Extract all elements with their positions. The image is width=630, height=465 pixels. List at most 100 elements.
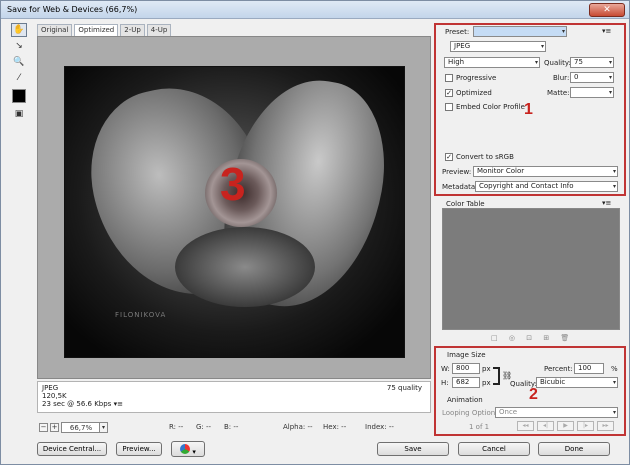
next-frame-button[interactable]: |▸	[577, 421, 594, 431]
resample-quality-dropdown[interactable]: Bicubic ▾	[536, 377, 618, 388]
palm-shape	[175, 227, 315, 307]
tab-2-up[interactable]: 2-Up	[120, 24, 145, 36]
play-button[interactable]: ▶	[557, 421, 574, 431]
tab-optimized[interactable]: Optimized	[74, 24, 119, 36]
blur-field[interactable]: 0 ▾	[570, 72, 614, 83]
optimized-checkbox[interactable]: ✓	[445, 89, 453, 97]
metadata-dropdown[interactable]: Copyright and Contact Info ▾	[475, 181, 618, 192]
last-frame-button[interactable]: ▸▸	[597, 421, 614, 431]
chevron-down-icon: ▾	[612, 168, 616, 175]
watermark: FILONIKOVA	[115, 311, 167, 319]
color-table-toolbar: □ ◎ ⊡ ⊞ 🗑	[491, 334, 601, 344]
status-b: B: --	[224, 423, 239, 431]
height-unit: px	[482, 379, 491, 387]
browser-preview-button[interactable]: ▾	[171, 441, 205, 457]
settings-section-number: 1	[524, 101, 533, 118]
browser-dropdown-icon[interactable]: ▾	[192, 448, 196, 456]
info-menu-icon[interactable]: ▾≡	[114, 400, 123, 408]
preview-dropdown[interactable]: Monitor Color ▾	[473, 166, 618, 177]
web-shift-icon[interactable]: ◎	[509, 334, 515, 342]
info-size: 120,5K	[42, 392, 67, 400]
format-dropdown[interactable]: JPEG ▾	[450, 41, 546, 52]
width-label: W:	[441, 365, 450, 373]
metadata-label: Metadata:	[442, 183, 478, 191]
percent-field[interactable]: 100	[574, 363, 604, 374]
done-button[interactable]: Done	[538, 442, 610, 456]
matte-label: Matte:	[547, 89, 570, 97]
tool-palette: ✋ ↘ 🔍 ⁄ ▣	[9, 23, 29, 123]
zoom-out-icon[interactable]: −	[39, 423, 48, 432]
first-frame-button[interactable]: ◂◂	[517, 421, 534, 431]
height-field[interactable]: 682	[452, 377, 480, 388]
new-color-icon[interactable]: ⊞	[543, 334, 549, 342]
eyedropper-tool-icon[interactable]: ⁄	[11, 71, 27, 85]
view-tabs: Original Optimized 2-Up 4-Up	[37, 24, 173, 36]
chevron-down-icon: ▾	[608, 59, 612, 66]
convert-srgb-label: Convert to sRGB	[456, 153, 514, 161]
height-label: H:	[441, 379, 449, 387]
preview-label: Preview:	[442, 168, 472, 176]
preview-button[interactable]: Preview...	[116, 442, 162, 456]
color-table-label: Color Table	[446, 200, 485, 208]
image-preview-area[interactable]: 3 FILONIKOVA	[37, 36, 431, 379]
previous-frame-button[interactable]: ◂|	[537, 421, 554, 431]
overlay-number: 3	[220, 158, 246, 210]
matte-dropdown[interactable]: ▾	[570, 87, 614, 98]
blur-label: Blur:	[553, 74, 570, 82]
zoom-dropdown-icon[interactable]: ▾	[99, 422, 108, 433]
status-g: G: --	[196, 423, 212, 431]
image-size-section-number: 2	[529, 386, 538, 403]
link-proportions-icon[interactable]: ⛓	[502, 371, 512, 380]
status-index: Index: --	[365, 423, 394, 431]
zoom-in-icon[interactable]: +	[50, 423, 59, 432]
window-title: Save for Web & Devices (66,7%)	[7, 5, 138, 14]
animation-label: Animation	[445, 396, 485, 404]
looping-options-dropdown[interactable]: Once ▾	[495, 407, 618, 418]
save-button[interactable]: Save	[377, 442, 449, 456]
trash-icon[interactable]: 🗑	[560, 334, 569, 342]
hand-tool-icon[interactable]: ✋	[11, 23, 27, 37]
info-speed: 23 sec @ 56.6 Kbps	[42, 400, 112, 408]
chevron-down-icon: ▾	[608, 74, 612, 81]
lock-color-icon[interactable]: ⊡	[526, 334, 532, 342]
percent-label: Percent:	[544, 365, 573, 373]
info-quality: 75 quality	[386, 384, 422, 392]
quality-label: Quality:	[544, 59, 571, 67]
progressive-label: Progressive	[456, 74, 497, 82]
slice-select-tool-icon[interactable]: ↘	[11, 39, 27, 53]
settings-menu-icon[interactable]: ▾≡	[602, 27, 611, 35]
eyedropper-color-swatch[interactable]	[12, 89, 26, 103]
progressive-checkbox[interactable]	[445, 74, 453, 82]
zoom-level-field[interactable]: 66,7%	[61, 422, 101, 433]
toggle-slices-visibility-icon[interactable]: ▣	[11, 107, 27, 121]
window-close-button[interactable]: ✕	[589, 3, 625, 17]
status-hex: Hex: --	[323, 423, 347, 431]
device-central-button[interactable]: Device Central...	[37, 442, 107, 456]
image-size-label: Image Size	[445, 351, 488, 359]
percent-unit: %	[611, 365, 618, 373]
tab-4-up[interactable]: 4-Up	[146, 24, 172, 36]
preset-dropdown[interactable]: ▾	[473, 26, 567, 37]
cancel-button[interactable]: Cancel	[458, 442, 530, 456]
map-color-icon[interactable]: □	[491, 334, 498, 342]
frame-counter: 1 of 1	[469, 423, 490, 431]
chevron-down-icon: ▾	[612, 379, 616, 386]
title-bar: Save for Web & Devices (66,7%) ✕	[1, 1, 629, 19]
compression-dropdown[interactable]: High ▾	[444, 57, 540, 68]
width-unit: px	[482, 365, 491, 373]
constrain-bracket	[493, 367, 500, 385]
convert-srgb-checkbox[interactable]: ✓	[445, 153, 453, 161]
chevron-down-icon: ▾	[540, 43, 544, 50]
tab-original[interactable]: Original	[37, 24, 73, 36]
chevron-down-icon: ▾	[534, 59, 538, 66]
color-table-menu-icon[interactable]: ▾≡	[602, 199, 611, 207]
zoom-tool-icon[interactable]: 🔍	[11, 55, 27, 69]
width-field[interactable]: 800	[452, 363, 480, 374]
chevron-down-icon: ▾	[608, 89, 612, 96]
optimization-info: JPEG 120,5K 23 sec @ 56.6 Kbps ▾≡ 75 qua…	[37, 381, 431, 413]
embed-color-profile-checkbox[interactable]	[445, 103, 453, 111]
color-table-grid[interactable]	[442, 208, 620, 330]
quality-field[interactable]: 75 ▾	[570, 57, 614, 68]
status-bar: − + 66,7% ▾ R: -- G: -- B: -- Alpha: -- …	[37, 422, 431, 434]
preset-label: Preset:	[445, 28, 470, 36]
